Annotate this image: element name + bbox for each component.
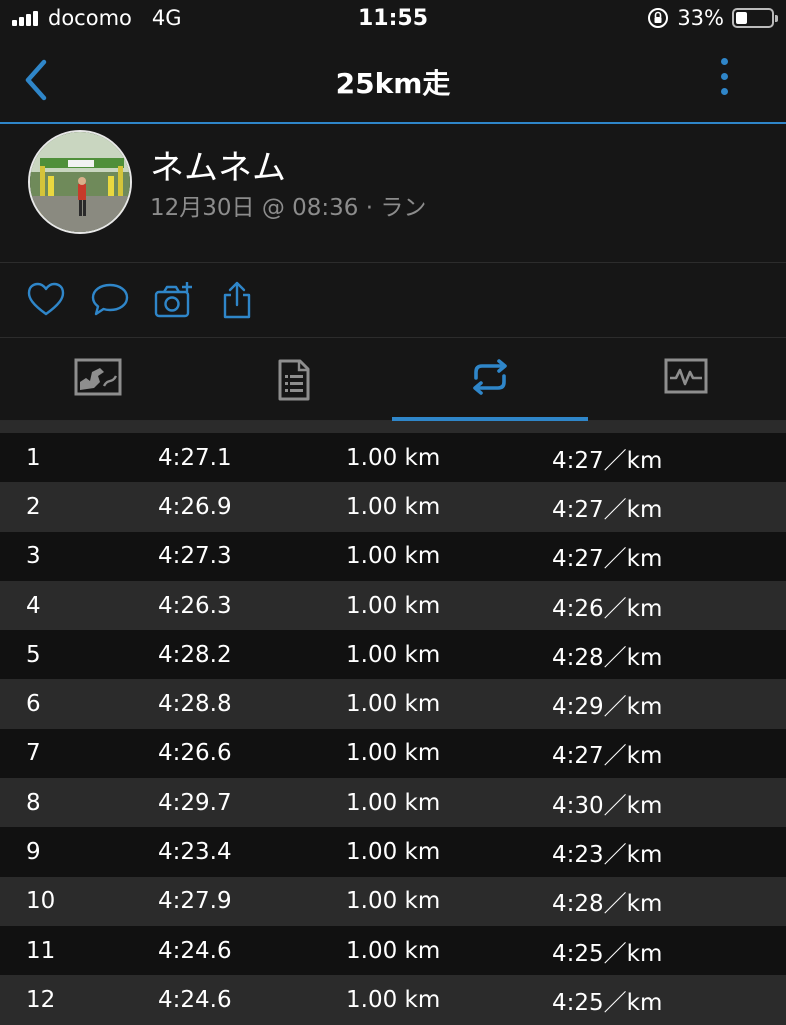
lap-row[interactable]: 6 4:28.8 1.00 km 4:29／km [0, 679, 786, 729]
lap-time: 4:26.9 [158, 493, 232, 520]
lap-distance: 1.00 km [346, 986, 441, 1013]
add-photo-icon [154, 282, 192, 318]
lap-pace: 4:28／km [552, 891, 663, 918]
avatar[interactable] [28, 130, 132, 234]
share-button[interactable] [218, 281, 258, 319]
lap-distance: 1.00 km [346, 937, 441, 964]
lap-number: 8 [26, 789, 41, 816]
lap-time: 4:26.3 [158, 592, 232, 619]
tab-map[interactable] [0, 338, 196, 420]
activity-meta: 12月30日 @ 08:36 · ラン [150, 195, 427, 221]
lap-distance: 1.00 km [346, 691, 441, 718]
lap-time: 4:27.1 [158, 444, 232, 471]
lap-number: 5 [26, 641, 41, 668]
like-button[interactable] [26, 281, 66, 319]
lap-row[interactable]: 5 4:28.2 1.00 km 4:28／km [0, 630, 786, 680]
action-row [0, 263, 786, 338]
lap-number: 10 [26, 888, 56, 915]
heart-icon [27, 282, 65, 316]
lap-pace: 4:29／km [552, 694, 663, 721]
lap-pace: 4:28／km [552, 644, 663, 671]
comment-button[interactable] [90, 281, 130, 319]
lap-number: 1 [26, 444, 41, 471]
lap-pace: 4:26／km [552, 595, 663, 622]
tab-laps[interactable] [392, 338, 588, 421]
lap-time: 4:26.6 [158, 740, 232, 767]
tab-charts[interactable] [588, 338, 784, 420]
tab-bar [0, 338, 786, 421]
lap-pace: 4:27／km [552, 447, 663, 474]
nav-bar: 25km走 [0, 40, 786, 124]
activity-header: ネムネム 12月30日 @ 08:36 · ラン [0, 124, 786, 263]
lap-time: 4:28.2 [158, 641, 232, 668]
athlete-name[interactable]: ネムネム [150, 140, 286, 189]
page-title: 25km走 [335, 67, 451, 100]
lap-number: 11 [26, 937, 56, 964]
lap-row[interactable]: 12 4:24.6 1.00 km 4:25／km [0, 975, 786, 1025]
lap-row[interactable]: 10 4:27.9 1.00 km 4:28／km [0, 876, 786, 926]
lap-distance: 1.00 km [346, 543, 441, 570]
lap-pace: 4:27／km [552, 496, 663, 523]
lap-pace: 4:27／km [552, 546, 663, 573]
tab-details[interactable] [196, 338, 392, 420]
lap-number: 4 [26, 592, 41, 619]
lap-distance: 1.00 km [346, 444, 441, 471]
lap-distance: 1.00 km [346, 641, 441, 668]
lap-distance: 1.00 km [346, 888, 441, 915]
lap-row[interactable]: 2 4:26.9 1.00 km 4:27／km [0, 482, 786, 532]
lap-row[interactable]: 3 4:27.3 1.00 km 4:27／km [0, 531, 786, 581]
lap-pace: 4:27／km [552, 743, 663, 770]
lap-pace: 4:25／km [552, 989, 663, 1016]
lap-row[interactable]: 9 4:23.4 1.00 km 4:23／km [0, 827, 786, 877]
lap-row[interactable]: 7 4:26.6 1.00 km 4:27／km [0, 728, 786, 779]
lap-row[interactable]: 4 4:26.3 1.00 km 4:26／km [0, 580, 786, 631]
lap-pace: 4:30／km [552, 792, 663, 819]
share-icon [223, 281, 251, 319]
lap-time: 4:28.8 [158, 691, 232, 718]
battery-percent: 33% [677, 6, 724, 30]
chart-icon [664, 358, 708, 394]
lap-row[interactable]: 1 4:27.1 1.00 km 4:27／km [0, 433, 786, 483]
battery-icon [732, 8, 778, 28]
lap-number: 9 [26, 839, 41, 866]
more-button[interactable] [712, 58, 736, 104]
laps-icon [473, 359, 507, 395]
add-photo-button[interactable] [154, 281, 194, 319]
lap-time: 4:24.6 [158, 937, 232, 964]
lap-number: 12 [26, 986, 56, 1013]
lap-number: 7 [26, 740, 41, 767]
lap-time: 4:27.3 [158, 543, 232, 570]
status-right: 33% [647, 6, 778, 30]
lap-pace: 4:25／km [552, 940, 663, 967]
avatar-image [30, 132, 130, 232]
lap-distance: 1.00 km [346, 839, 441, 866]
lap-number: 3 [26, 543, 41, 570]
lap-row[interactable]: 11 4:24.6 1.00 km 4:25／km [0, 925, 786, 976]
more-vertical-icon [720, 58, 728, 65]
orientation-lock-icon [648, 8, 669, 28]
lap-number: 2 [26, 493, 41, 520]
map-icon [74, 358, 122, 396]
lap-distance: 1.00 km [346, 493, 441, 520]
laps-table: 1 4:27.1 1.00 km 4:27／km 2 4:26.9 1.00 km 4:27／… [0, 433, 786, 1025]
lap-pace: 4:23／km [552, 842, 663, 869]
lap-time: 4:27.9 [158, 888, 232, 915]
battery-fill [736, 12, 748, 24]
lap-number: 6 [26, 691, 41, 718]
status-bar: docomo 4G 11:55 33% [0, 0, 786, 40]
comment-icon [91, 283, 129, 316]
lap-distance: 1.00 km [346, 592, 441, 619]
lap-time: 4:29.7 [158, 789, 232, 816]
section-divider [0, 421, 786, 433]
lap-distance: 1.00 km [346, 789, 441, 816]
lap-time: 4:24.6 [158, 986, 232, 1013]
lap-distance: 1.00 km [346, 740, 441, 767]
lap-row[interactable]: 8 4:29.7 1.00 km 4:30／km [0, 778, 786, 828]
details-icon [278, 359, 310, 401]
lap-time: 4:23.4 [158, 839, 232, 866]
